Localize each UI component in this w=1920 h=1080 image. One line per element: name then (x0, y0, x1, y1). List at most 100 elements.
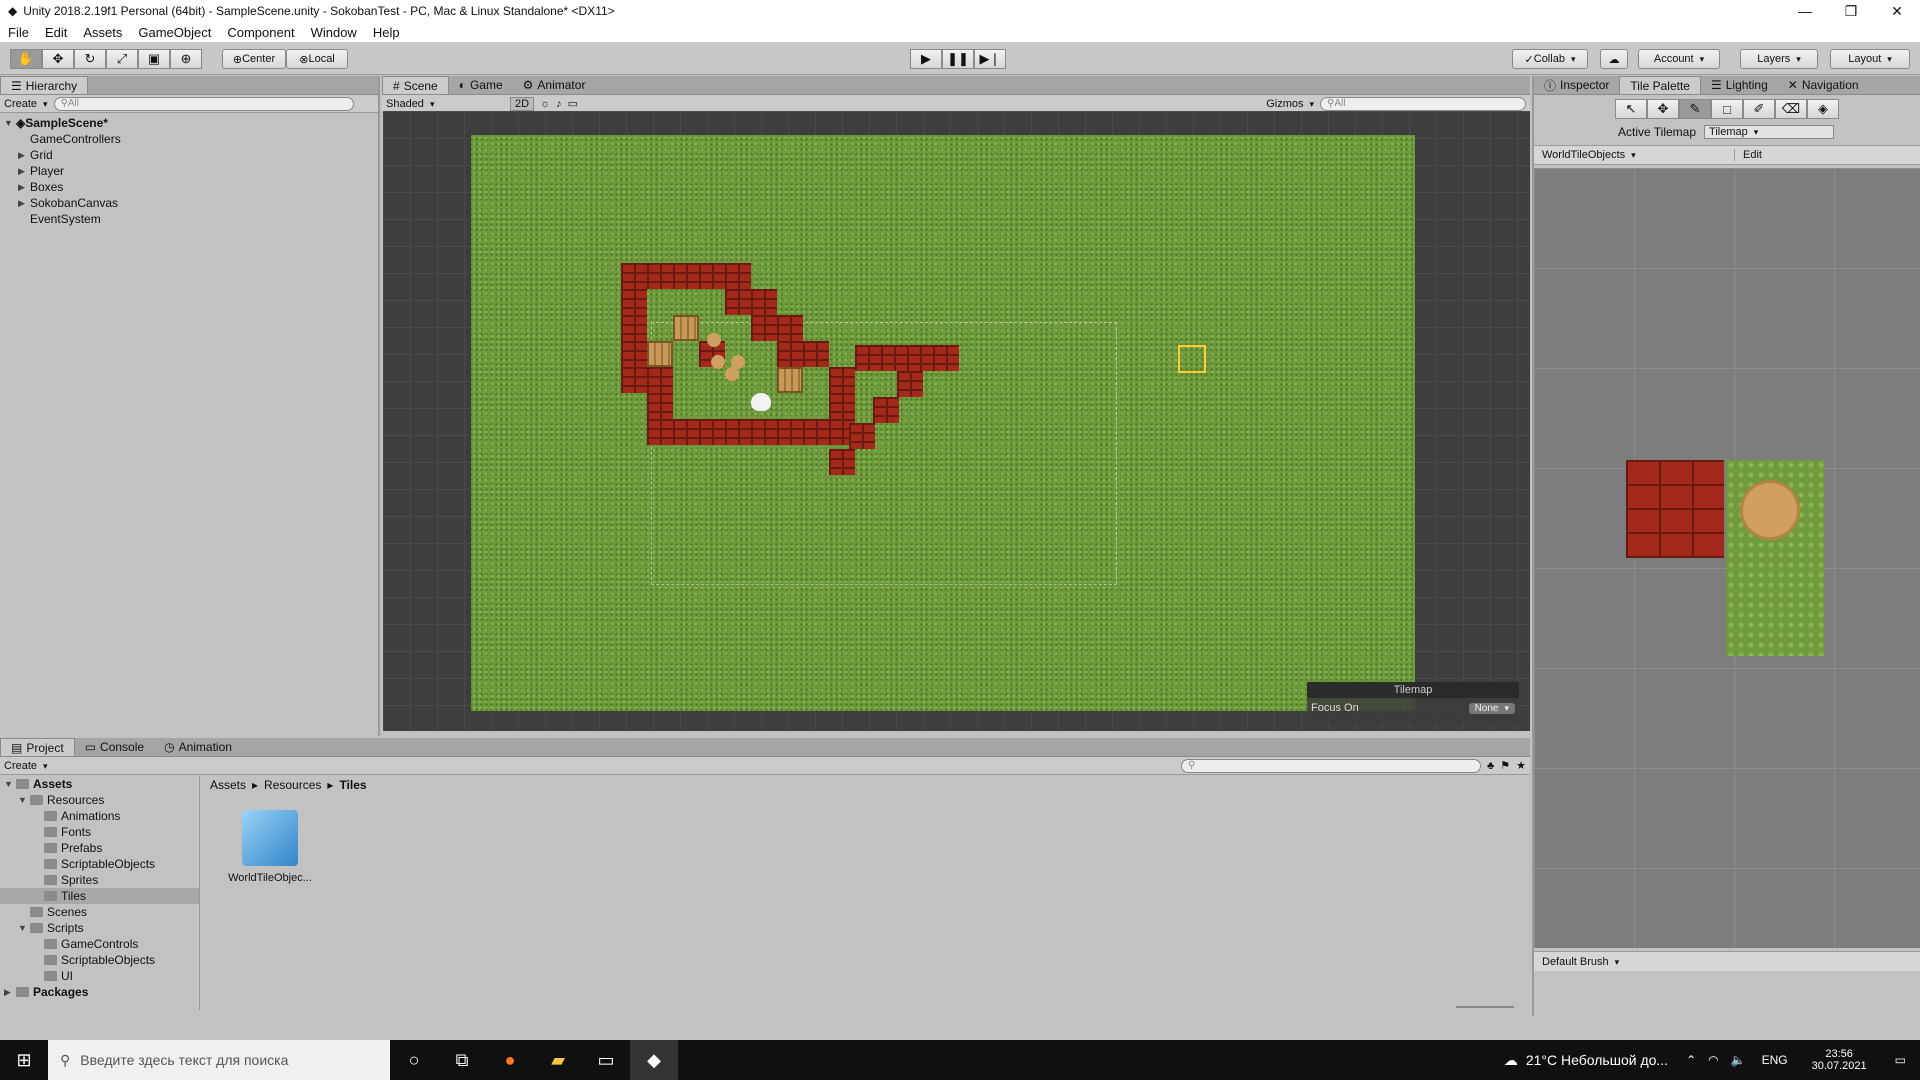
hierarchy-item[interactable]: ▶ Grid (0, 147, 378, 163)
palette-tile-grass[interactable] (1726, 460, 1824, 656)
tab-inspector[interactable]: ⓘ Inspector (1534, 76, 1619, 94)
volume-icon[interactable]: 🔈 (1731, 1053, 1746, 1067)
tab-game[interactable]: ◐ Game (449, 76, 513, 94)
move-tile-icon[interactable]: ✥ (1647, 99, 1679, 119)
layout-dropdown[interactable]: Layout (1830, 49, 1910, 69)
project-tree-item[interactable]: GameControls (0, 936, 199, 952)
scene-viewport[interactable] (383, 111, 1530, 731)
language-indicator[interactable]: ENG (1762, 1053, 1788, 1067)
focus-on-dropdown[interactable]: None (1468, 702, 1515, 714)
create-button[interactable]: Create (4, 98, 48, 110)
move-tool-icon[interactable]: ✥ (42, 49, 74, 69)
wifi-icon[interactable]: ◠ (1708, 1053, 1718, 1067)
favorite-star-icon[interactable]: ★ (1516, 759, 1526, 772)
project-create-button[interactable]: Create (4, 760, 48, 772)
mode-2d-toggle[interactable]: 2D (510, 96, 535, 111)
pause-icon[interactable]: ❚❚ (942, 49, 974, 69)
project-tree-item[interactable]: ScriptableObjects (0, 856, 199, 872)
cortana-icon[interactable]: ○ (390, 1040, 438, 1080)
filter-type-icon[interactable]: ♣ (1487, 760, 1494, 772)
expand-arrow-icon[interactable]: ▼ (4, 779, 16, 789)
breadcrumb-resources[interactable]: Resources (264, 778, 321, 792)
image-icon[interactable]: ▭ (568, 97, 578, 110)
palette-tile-target[interactable] (1740, 480, 1800, 540)
tab-tile-palette[interactable]: Tile Palette (1619, 76, 1701, 94)
step-icon[interactable]: ▶❘ (974, 49, 1006, 69)
scale-tool-icon[interactable]: ⤢ (106, 49, 138, 69)
select-tool-icon[interactable]: ↖ (1615, 99, 1647, 119)
picker-icon[interactable]: ✐ (1743, 99, 1775, 119)
palette-tile-brick[interactable] (1626, 460, 1724, 558)
filter-label-icon[interactable]: ⚑ (1500, 759, 1510, 772)
tab-navigation[interactable]: ✕ Navigation (1778, 76, 1869, 94)
zoom-slider[interactable] (1456, 1006, 1514, 1008)
shading-dropdown[interactable]: Shaded (386, 98, 504, 110)
transform-tool-icon[interactable]: ⊕ (170, 49, 202, 69)
weather-widget[interactable]: ☁ 21°C Небольшой до... (1504, 1052, 1668, 1069)
close-button[interactable]: ✕ (1874, 0, 1920, 22)
cloud-icon[interactable]: ☁ (1600, 49, 1628, 69)
gizmos-dropdown[interactable]: Gizmos (1266, 98, 1314, 110)
account-dropdown[interactable]: Account (1638, 49, 1720, 69)
asset-item[interactable]: WorldTileObjec... (220, 810, 320, 884)
paint-brush-icon[interactable]: ✎ (1679, 99, 1711, 119)
active-tilemap-dropdown[interactable]: Tilemap (1704, 125, 1835, 139)
unity-taskbar-icon[interactable]: ◆ (630, 1040, 678, 1080)
breadcrumb-tiles[interactable]: Tiles (339, 778, 366, 792)
tab-scene[interactable]: # Scene (382, 76, 449, 94)
brush-dropdown[interactable]: Default Brush (1534, 956, 1734, 968)
project-tree-item[interactable]: Scenes (0, 904, 199, 920)
project-tree-item[interactable]: ▼ Assets (0, 776, 199, 792)
scene-search-input[interactable]: ⚲ All (1320, 96, 1526, 111)
tray-chevron-icon[interactable]: ⌃ (1686, 1053, 1696, 1067)
tab-hierarchy[interactable]: ☰ Hierarchy (0, 76, 89, 94)
sun-icon[interactable]: ☼ (540, 98, 550, 110)
menu-window[interactable]: Window (303, 25, 365, 40)
collapsed-arrow-icon[interactable]: ▶ (18, 150, 30, 161)
project-search-input[interactable]: ⚲ (1181, 758, 1482, 773)
expand-arrow-icon[interactable]: ▶ (4, 987, 16, 998)
palette-grid[interactable] (1534, 168, 1920, 948)
scene-root[interactable]: ▼ ◈ SampleScene* (0, 115, 378, 131)
pivot-center-button[interactable]: ⊕ Center (222, 49, 286, 69)
tab-animation[interactable]: ◷ Animation (154, 738, 242, 756)
hand-tool-icon[interactable]: ✋ (10, 49, 42, 69)
project-tree-item[interactable]: Tiles (0, 888, 199, 904)
clock[interactable]: 23:56 30.07.2021 (1812, 1048, 1867, 1072)
task-view-icon[interactable]: ⧉ (438, 1040, 486, 1080)
file-explorer-icon[interactable]: ▰ (534, 1040, 582, 1080)
expand-arrow-icon[interactable]: ▼ (18, 795, 30, 805)
taskbar-search[interactable]: ⚲ Введите здесь текст для поиска (48, 1040, 390, 1080)
pivot-local-button[interactable]: ⊗ Local (286, 49, 348, 69)
maximize-button[interactable]: ❐ (1828, 0, 1874, 22)
collapsed-arrow-icon[interactable]: ▶ (18, 198, 30, 209)
windows-start-icon[interactable]: ⊞ (0, 1040, 48, 1080)
project-tree-item[interactable]: Sprites (0, 872, 199, 888)
rotate-tool-icon[interactable]: ↻ (74, 49, 106, 69)
hierarchy-item[interactable]: GameControllers (0, 131, 378, 147)
hierarchy-item[interactable]: ▶ Player (0, 163, 378, 179)
breadcrumb-assets[interactable]: Assets (210, 778, 246, 792)
project-tree-item[interactable]: ▼ Resources (0, 792, 199, 808)
tab-project[interactable]: ▤ Project (0, 738, 75, 756)
box-fill-icon[interactable]: □ (1711, 99, 1743, 119)
menu-edit[interactable]: Edit (37, 25, 75, 40)
project-tree-item[interactable]: Prefabs (0, 840, 199, 856)
hierarchy-search-input[interactable]: ⚲ All (53, 96, 354, 111)
collab-dropdown[interactable]: ✓ Collab (1512, 49, 1588, 69)
menu-file[interactable]: File (0, 25, 37, 40)
hierarchy-item[interactable]: ▶ Boxes (0, 179, 378, 195)
project-tree-item[interactable]: ▼ Scripts (0, 920, 199, 936)
hierarchy-item[interactable]: ▶ SokobanCanvas (0, 195, 378, 211)
expand-arrow-icon[interactable]: ▼ (18, 923, 30, 933)
fill-icon[interactable]: ◈ (1807, 99, 1839, 119)
project-tree-item[interactable]: UI (0, 968, 199, 984)
project-tree-item[interactable]: Fonts (0, 824, 199, 840)
terminal-icon[interactable]: ▭ (582, 1040, 630, 1080)
edit-palette-button[interactable]: Edit (1734, 149, 1770, 161)
menu-gameobject[interactable]: GameObject (130, 25, 219, 40)
collapsed-arrow-icon[interactable]: ▶ (18, 182, 30, 193)
collapsed-arrow-icon[interactable]: ▶ (18, 166, 30, 177)
rect-tool-icon[interactable]: ▣ (138, 49, 170, 69)
tab-animator[interactable]: ⚙ Animator (513, 76, 596, 94)
